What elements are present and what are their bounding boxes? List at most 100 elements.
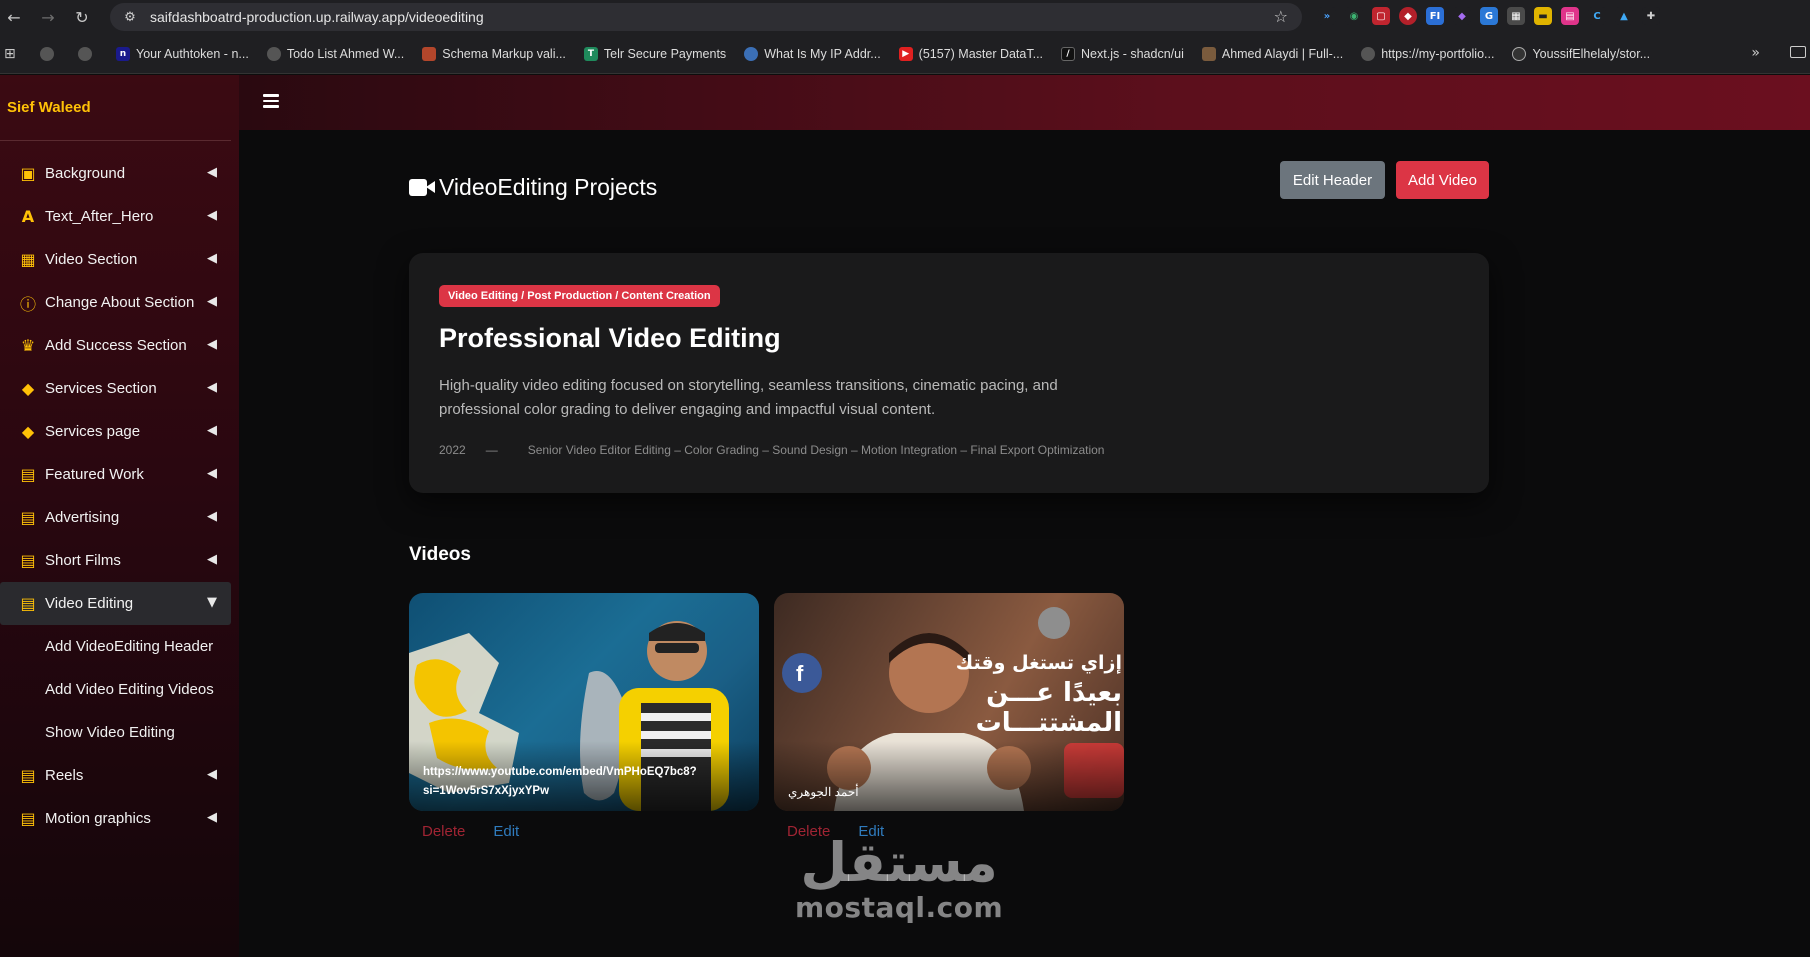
video-card[interactable]: f إزاي تستغل وقتك بعيدًا عـــن المشتتـــ… — [774, 593, 1124, 811]
url-text[interactable]: saifdashboatrd-production.up.railway.app… — [150, 9, 484, 25]
sidebar-item-add-success[interactable]: ♛ Add Success Section ◀ — [0, 324, 239, 367]
address-bar[interactable]: ⚙ saifdashboatrd-production.up.railway.a… — [110, 3, 1302, 31]
header-meta: 2022 — Senior Video Editor Editing – Col… — [439, 443, 1104, 457]
sidebar-item-label: Video Section — [45, 251, 138, 268]
globe-icon — [1361, 46, 1376, 61]
globe-icon — [78, 46, 92, 61]
video-card[interactable]: https://www.youtube.com/embed/VmPHoEQ7bc… — [409, 593, 759, 811]
sidebar-item-text-after-hero[interactable]: A Text_After_Hero ◀ — [0, 195, 239, 238]
bookmark-item[interactable] — [40, 46, 60, 61]
sidebar-item-motion-graphics[interactable]: ▤ Motion graphics ◀ — [0, 797, 239, 840]
bookmark-favicon-icon — [422, 46, 437, 61]
edit-header-button[interactable]: Edit Header — [1280, 161, 1385, 199]
chevron-left-icon: ◀ — [207, 251, 217, 266]
sidebar-subitem-show[interactable]: Show Video Editing — [0, 711, 239, 754]
sidebar: Sief Waleed ▣ Background ◀ A Text_After_… — [0, 75, 239, 957]
site-settings-icon[interactable]: ⚙ — [122, 9, 138, 25]
sidebar-item-services-section[interactable]: ◆ Services Section ◀ — [0, 367, 239, 410]
chevron-left-icon: ◀ — [207, 337, 217, 352]
header-title: Professional Video Editing — [439, 323, 781, 353]
edit-video-button[interactable]: Edit — [493, 823, 519, 840]
chevron-left-icon: ◀ — [207, 423, 217, 438]
extension-icon[interactable]: C — [1588, 7, 1606, 25]
extension-icon[interactable]: » — [1318, 7, 1336, 25]
bookmark-favicon-icon — [1201, 46, 1216, 61]
video-actions: Delete Edit — [422, 823, 519, 840]
video-thumbnail-title: إزاي تستغل وقتك بعيدًا عـــن المشتتـــات — [955, 652, 1122, 738]
sidebar-item-reels[interactable]: ▤ Reels ◀ — [0, 754, 239, 797]
bookmark-item[interactable]: https://my-portfolio... — [1361, 46, 1494, 61]
sidebar-item-label: Short Films — [45, 552, 121, 569]
sidebar-item-label: Add Success Section — [45, 337, 187, 354]
sidebar-item-featured-work[interactable]: ▤ Featured Work ◀ — [0, 453, 239, 496]
header-card: Video Editing / Post Production / Conten… — [409, 253, 1489, 493]
hamburger-menu-icon[interactable] — [263, 94, 279, 108]
extension-icon[interactable]: ▢ — [1372, 7, 1390, 25]
topbar — [239, 75, 1810, 130]
sidebar-item-short-films[interactable]: ▤ Short Films ◀ — [0, 539, 239, 582]
tags-icon: ◆ — [21, 379, 35, 398]
extension-icon[interactable]: ◆ — [1399, 7, 1417, 25]
browser-toolbar: ← → ↻ ⚙ saifdashboatrd-production.up.rai… — [0, 0, 1810, 34]
reload-icon[interactable]: ↻ — [68, 3, 96, 31]
bookmark-item[interactable]: n Your Authtoken - n... — [116, 46, 249, 61]
sidebar-item-advertising[interactable]: ▤ Advertising ◀ — [0, 496, 239, 539]
extension-icon[interactable]: ◆ — [1453, 7, 1471, 25]
brand-name[interactable]: Sief Waleed — [0, 75, 231, 141]
extension-icon[interactable]: ▦ — [1507, 7, 1525, 25]
add-video-button[interactable]: Add Video — [1396, 161, 1489, 199]
sidebar-menu: ▣ Background ◀ A Text_After_Hero ◀ ▦ Vid… — [0, 141, 239, 840]
film-icon: ▦ — [20, 250, 36, 269]
more-bookmarks-icon[interactable]: » — [1751, 45, 1760, 61]
video-caption: أحمد الجوهري — [788, 785, 859, 799]
sidebar-item-label: Background — [45, 165, 126, 182]
extension-icon[interactable]: G — [1480, 7, 1498, 25]
sidebar-subitem-add-header[interactable]: Add VideoEditing Header — [0, 625, 239, 668]
sidebar-item-video-editing[interactable]: ▤ Video Editing ▼ — [0, 582, 231, 625]
svg-text:f: f — [796, 661, 804, 686]
bookmark-item[interactable]: What Is My IP Addr... — [744, 46, 881, 61]
bookmark-item[interactable]: / Next.js - shadcn/ui — [1061, 46, 1184, 61]
extension-icon[interactable]: ◉ — [1345, 7, 1363, 25]
video-url: https://www.youtube.com/embed/VmPHoEQ7bc… — [423, 766, 697, 797]
chevron-left-icon: ◀ — [207, 380, 217, 395]
puzzle-icon[interactable]: ✚ — [1642, 7, 1660, 25]
bookmarks-bar: ⊞ n Your Authtoken - n... Todo List Ahmed… — [0, 34, 1810, 74]
delete-video-button[interactable]: Delete — [422, 823, 465, 840]
chevron-left-icon: ◀ — [207, 294, 217, 309]
bookmark-favicon-icon: / — [1061, 46, 1076, 61]
extension-icon[interactable]: ▲ — [1615, 7, 1633, 25]
extensions-row: » ◉ ▢ ◆ FI ◆ G ▦ ▬ ▤ C ▲ ✚ — [1318, 7, 1660, 25]
header-description: High-quality video editing focused on st… — [439, 377, 1058, 418]
youtube-icon: ▶ — [898, 46, 913, 61]
bookmark-favicon-icon: T — [583, 46, 598, 61]
sidebar-item-label: Featured Work — [45, 466, 144, 483]
watermark-arabic: مستقل — [800, 831, 998, 894]
sidebar-item-background[interactable]: ▣ Background ◀ — [0, 152, 239, 195]
chevron-down-icon: ▼ — [207, 595, 217, 610]
extension-icon[interactable]: FI — [1426, 7, 1444, 25]
videos-heading: Videos — [409, 544, 471, 565]
bookmark-item[interactable]: YoussifElhelaly/stor... — [1512, 46, 1650, 61]
extension-icon[interactable]: ▤ — [1561, 7, 1579, 25]
bookmark-item[interactable]: Schema Markup vali... — [422, 46, 566, 61]
bookmark-item[interactable]: T Telr Secure Payments — [583, 46, 726, 61]
sidebar-subitem-add-videos[interactable]: Add Video Editing Videos — [0, 668, 239, 711]
meta-separator: — — [485, 443, 498, 457]
sidebar-item-change-about[interactable]: ⓘ Change About Section ◀ — [0, 281, 239, 324]
sidebar-item-label: Motion graphics — [45, 810, 151, 827]
bookmark-item[interactable] — [78, 46, 98, 61]
sidebar-item-services-page[interactable]: ◆ Services page ◀ — [0, 410, 239, 453]
forward-arrow-icon[interactable]: → — [34, 3, 62, 31]
bookmark-item[interactable]: ▶ (5157) Master DataT... — [898, 46, 1043, 61]
bookmark-item[interactable]: Ahmed Alaydi | Full-... — [1201, 46, 1343, 61]
back-arrow-icon[interactable]: ← — [0, 3, 28, 31]
header-role: Senior Video Editor Editing – Color Grad… — [527, 443, 1105, 457]
folder-icon[interactable] — [1790, 46, 1806, 58]
sidebar-item-label: Services page — [45, 423, 141, 440]
bookmark-star-icon[interactable]: ☆ — [1274, 7, 1288, 26]
bookmark-item[interactable]: Todo List Ahmed W... — [266, 46, 404, 61]
apps-grid-icon[interactable]: ⊞ — [4, 46, 20, 62]
extension-icon[interactable]: ▬ — [1534, 7, 1552, 25]
sidebar-item-video-section[interactable]: ▦ Video Section ◀ — [0, 238, 239, 281]
